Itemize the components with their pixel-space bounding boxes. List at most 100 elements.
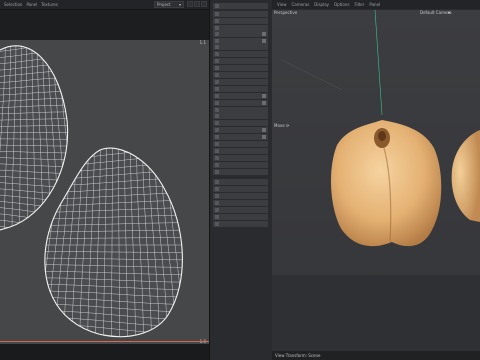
tool-item[interactable] (213, 127, 268, 133)
tool-item[interactable] (213, 179, 268, 185)
tool-mode-label: Move (274, 123, 285, 128)
tool-option-checkbox[interactable] (262, 101, 266, 105)
uv-corner-top-label: 1.1 (199, 40, 206, 45)
tool-item[interactable] (213, 11, 268, 17)
default-camera-label[interactable]: Default Camera (420, 10, 452, 15)
uv-canvas[interactable]: 1.1 1.0 (0, 40, 209, 344)
uv-toolbar-button-2[interactable] (194, 1, 200, 7)
tool-item[interactable] (213, 169, 268, 175)
tool-icon (215, 149, 219, 153)
chevron-down-icon: ▾ (178, 2, 181, 7)
tool-icon (215, 114, 219, 118)
tool-icon (215, 12, 219, 16)
tool-item[interactable] (213, 162, 268, 168)
tool-item[interactable] (213, 134, 268, 140)
tool-item[interactable] (213, 100, 268, 106)
uv-toolkit-panel (209, 0, 273, 360)
tool-item[interactable] (213, 155, 268, 161)
menu-textures[interactable]: Textures (41, 2, 58, 7)
uv-shells (0, 45, 183, 338)
tool-option-checkbox[interactable] (262, 39, 266, 43)
tool-item[interactable] (213, 120, 268, 126)
tool-option-checkbox[interactable] (262, 94, 266, 98)
menu-options[interactable]: Options (334, 2, 349, 7)
tool-item[interactable] (213, 113, 268, 119)
tool-icon (215, 201, 219, 205)
tool-icon (215, 187, 219, 191)
tool-icon (215, 101, 219, 105)
tool-icon (215, 66, 219, 70)
viewport-ground-shadow (272, 275, 480, 351)
tool-item[interactable] (213, 186, 268, 192)
tool-item[interactable] (213, 221, 268, 227)
menu-display[interactable]: Display (314, 2, 329, 7)
tool-item[interactable] (213, 58, 268, 64)
menu-cameras[interactable]: Cameras (292, 2, 310, 7)
tool-option-checkbox[interactable] (262, 32, 266, 36)
viewport-canvas[interactable]: Perspective Default Camera ▾ Move ⟳ (272, 10, 480, 351)
tool-icon (215, 180, 219, 184)
tool-icon (215, 222, 219, 226)
tool-icon (215, 215, 219, 219)
uv-toolbar-button-1[interactable] (187, 1, 193, 7)
tool-item[interactable] (213, 207, 268, 213)
tool-icon (215, 121, 219, 125)
tool-item[interactable] (213, 51, 268, 57)
tool-item[interactable] (213, 200, 268, 206)
tool-icon (215, 73, 219, 77)
tool-item[interactable] (213, 31, 268, 37)
camera-dropdown-icon[interactable]: ▾ (448, 10, 450, 15)
menu-filter[interactable]: Filter (354, 2, 364, 7)
tool-icon (215, 26, 219, 30)
tool-item[interactable] (213, 93, 268, 99)
tool-icon (215, 39, 219, 43)
tool-item[interactable] (213, 79, 268, 85)
tool-icon (215, 170, 219, 174)
tool-item[interactable] (213, 72, 268, 78)
tool-item[interactable] (213, 86, 268, 92)
viewport-menubar: View Cameras Display Options Filter Pane… (272, 0, 480, 9)
menu-selection[interactable]: Selection (4, 2, 22, 7)
tool-icon (215, 80, 219, 84)
tool-item[interactable] (213, 44, 268, 50)
tool-item[interactable] (213, 141, 268, 147)
tool-icon (215, 142, 219, 146)
chickpea-model (330, 120, 442, 247)
camera-label: Perspective (274, 10, 298, 15)
tool-icon (215, 108, 219, 112)
tool-option-checkbox[interactable] (262, 128, 266, 132)
uv-range-line (0, 341, 209, 342)
uv-toolbar-button-3[interactable] (201, 1, 207, 7)
viewport-status-bar: View Transform: Scene (272, 351, 480, 360)
tool-item[interactable] (213, 18, 268, 24)
tool-item[interactable] (213, 3, 268, 9)
tool-icon (215, 135, 219, 139)
tool-item[interactable] (213, 214, 268, 220)
tool-icon (215, 163, 219, 167)
uv-status-bar (0, 344, 209, 360)
tool-icon (215, 59, 219, 63)
tool-icon (215, 208, 219, 212)
tool-icon (215, 19, 219, 23)
tool-icon (215, 156, 219, 160)
uv-set-select-value: Project (157, 2, 171, 7)
tool-icon (215, 128, 219, 132)
uv-set-select[interactable]: Project ▾ (154, 1, 184, 8)
menu-view[interactable]: View (277, 2, 287, 7)
tool-mode-icon[interactable]: ⟳ (286, 123, 289, 128)
tool-icon (215, 52, 219, 56)
tool-item[interactable] (213, 148, 268, 154)
tool-icon (215, 87, 219, 91)
tool-icon (215, 4, 219, 8)
tool-option-checkbox[interactable] (262, 135, 266, 139)
viewport-scene (272, 10, 480, 351)
tool-icon (215, 32, 219, 36)
menu-panel[interactable]: Panel (26, 2, 37, 7)
tool-item[interactable] (213, 193, 268, 199)
tool-icon (215, 94, 219, 98)
menu-panel[interactable]: Panel (369, 2, 380, 7)
tool-icon (215, 45, 219, 49)
tool-icon (215, 194, 219, 198)
view-transform-label: View Transform: Scene (275, 353, 321, 358)
tool-item[interactable] (213, 65, 268, 71)
